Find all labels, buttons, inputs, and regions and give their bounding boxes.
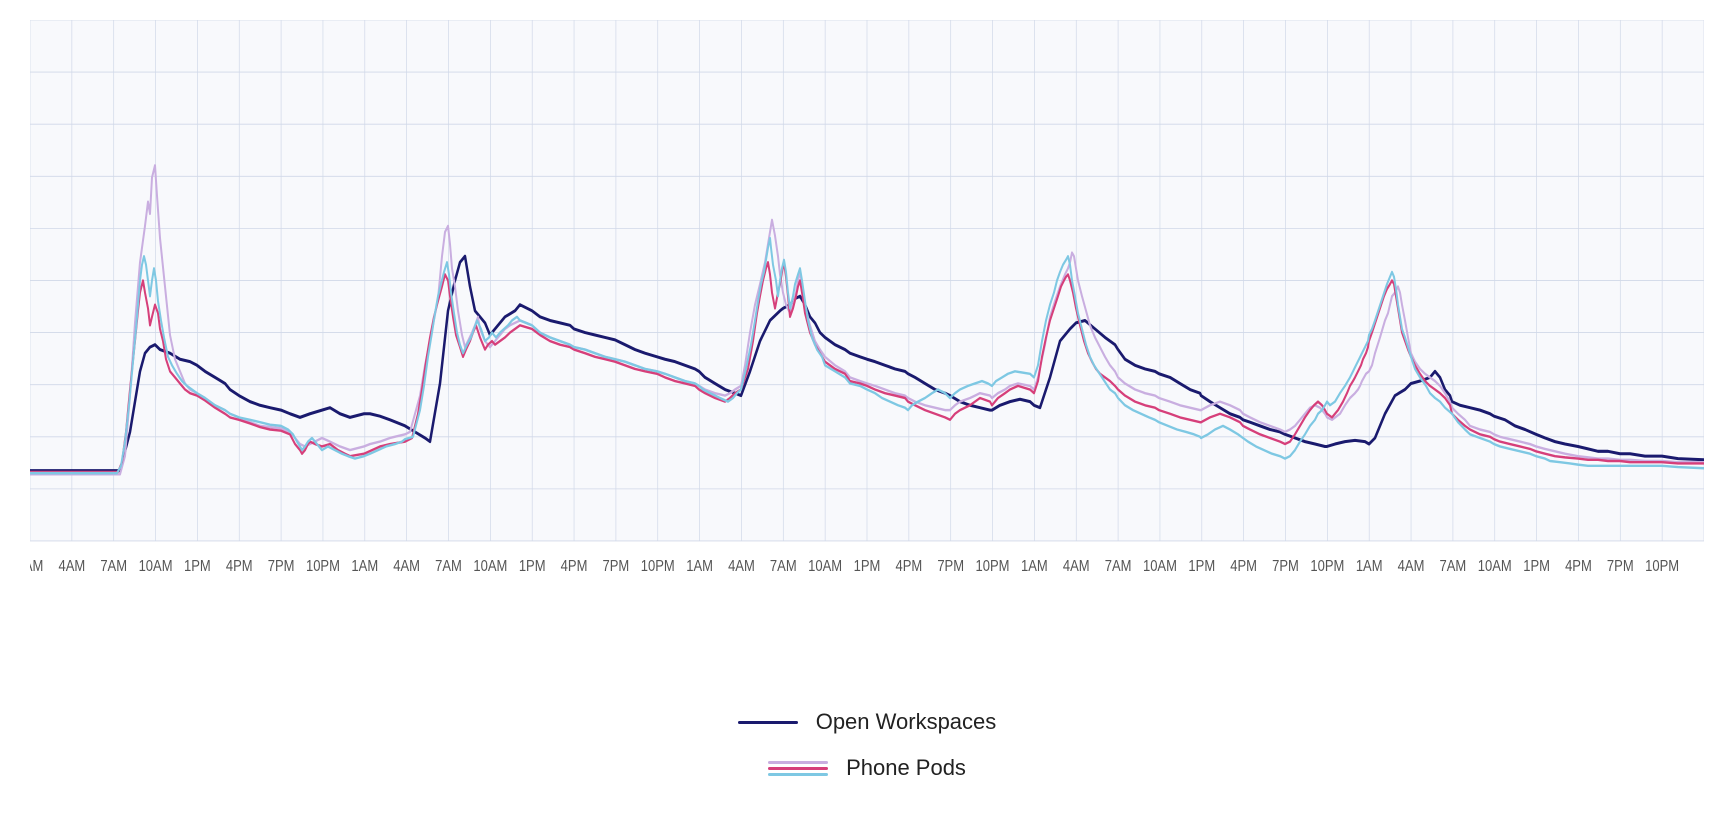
phone-pods-lightblue-color bbox=[768, 773, 828, 776]
svg-text:10AM: 10AM bbox=[1143, 558, 1177, 575]
svg-text:7AM: 7AM bbox=[100, 558, 127, 575]
phone-pods-pink-color bbox=[768, 767, 828, 770]
svg-text:10PM: 10PM bbox=[1645, 558, 1679, 575]
svg-text:4AM: 4AM bbox=[58, 558, 85, 575]
chart-area: 1AM 4AM 7AM 10AM 1PM 4PM 7PM 10PM 1AM 4A… bbox=[30, 20, 1704, 650]
svg-text:7AM: 7AM bbox=[435, 558, 462, 575]
svg-text:1PM: 1PM bbox=[519, 558, 546, 575]
svg-text:10AM: 10AM bbox=[1478, 558, 1512, 575]
svg-text:7PM: 7PM bbox=[603, 558, 630, 575]
svg-text:4PM: 4PM bbox=[561, 558, 588, 575]
svg-text:7AM: 7AM bbox=[1440, 558, 1467, 575]
chart-container: 1AM 4AM 7AM 10AM 1PM 4PM 7PM 10PM 1AM 4A… bbox=[0, 0, 1734, 840]
svg-text:1AM: 1AM bbox=[686, 558, 713, 575]
legend-phone-pods-label: Phone Pods bbox=[846, 755, 966, 781]
svg-text:10AM: 10AM bbox=[473, 558, 507, 575]
svg-text:7PM: 7PM bbox=[268, 558, 295, 575]
svg-text:10PM: 10PM bbox=[641, 558, 675, 575]
svg-text:10PM: 10PM bbox=[306, 558, 340, 575]
svg-text:7PM: 7PM bbox=[1607, 558, 1634, 575]
svg-text:4PM: 4PM bbox=[226, 558, 253, 575]
svg-text:1AM: 1AM bbox=[1356, 558, 1383, 575]
svg-text:1PM: 1PM bbox=[1188, 558, 1215, 575]
svg-text:1AM: 1AM bbox=[351, 558, 378, 575]
svg-text:10AM: 10AM bbox=[808, 558, 842, 575]
legend-open-workspaces-lines bbox=[738, 721, 798, 724]
svg-text:1PM: 1PM bbox=[184, 558, 211, 575]
svg-text:4AM: 4AM bbox=[1063, 558, 1090, 575]
svg-text:4PM: 4PM bbox=[895, 558, 922, 575]
svg-text:1PM: 1PM bbox=[854, 558, 881, 575]
svg-text:10PM: 10PM bbox=[976, 558, 1010, 575]
open-workspaces-color bbox=[738, 721, 798, 724]
svg-text:4AM: 4AM bbox=[728, 558, 755, 575]
svg-text:1PM: 1PM bbox=[1523, 558, 1550, 575]
svg-text:10AM: 10AM bbox=[139, 558, 173, 575]
svg-text:4AM: 4AM bbox=[393, 558, 420, 575]
chart-svg: 1AM 4AM 7AM 10AM 1PM 4PM 7PM 10PM 1AM 4A… bbox=[30, 20, 1704, 650]
svg-text:7PM: 7PM bbox=[1272, 558, 1299, 575]
svg-text:10PM: 10PM bbox=[1310, 558, 1344, 575]
legend-area: Open Workspaces Phone Pods bbox=[30, 650, 1704, 830]
svg-text:7AM: 7AM bbox=[770, 558, 797, 575]
legend-open-workspaces: Open Workspaces bbox=[738, 709, 997, 735]
svg-text:4PM: 4PM bbox=[1565, 558, 1592, 575]
legend-phone-pods-lines bbox=[768, 761, 828, 776]
svg-text:7AM: 7AM bbox=[1105, 558, 1132, 575]
svg-text:1AM: 1AM bbox=[30, 558, 43, 575]
phone-pods-lavender-color bbox=[768, 761, 828, 764]
svg-text:7PM: 7PM bbox=[937, 558, 964, 575]
svg-text:4PM: 4PM bbox=[1230, 558, 1257, 575]
svg-text:1AM: 1AM bbox=[1021, 558, 1048, 575]
legend-phone-pods: Phone Pods bbox=[768, 755, 966, 781]
svg-text:4AM: 4AM bbox=[1398, 558, 1425, 575]
legend-open-workspaces-label: Open Workspaces bbox=[816, 709, 997, 735]
